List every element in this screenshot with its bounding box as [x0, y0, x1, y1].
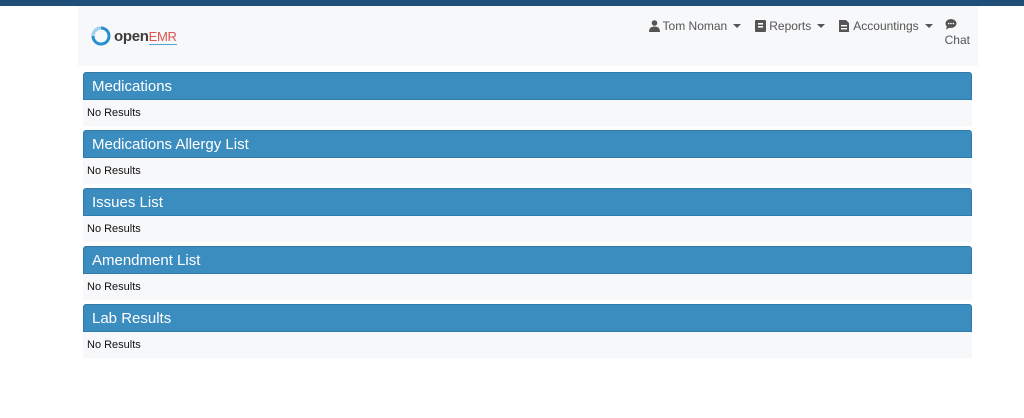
medications-allergy-list-panel: Medications Allergy List No Results	[83, 130, 972, 184]
chat-label: Chat	[944, 33, 970, 47]
panel-body-lab-results: No Results	[83, 332, 972, 358]
chevron-down-icon	[924, 24, 933, 28]
user-menu-label: Tom Noman	[662, 19, 728, 33]
openemr-logo-icon	[91, 26, 111, 46]
book-icon	[755, 20, 767, 32]
panel-header-amendment-list[interactable]: Amendment List	[83, 246, 972, 274]
panel-body-issues-list: No Results	[83, 216, 972, 242]
medications-panel: Medications No Results	[83, 72, 972, 126]
navbar: openEMR Tom Noman Reports Accountings Ch…	[78, 6, 978, 66]
panel-header-lab-results[interactable]: Lab Results	[83, 304, 972, 332]
issues-list-panel: Issues List No Results	[83, 188, 972, 242]
panel-body-amendment-list: No Results	[83, 274, 972, 300]
reports-menu-label: Reports	[769, 19, 812, 33]
panel-body-medications: No Results	[83, 100, 972, 126]
accountings-menu[interactable]: Accountings	[839, 18, 933, 34]
user-icon	[648, 20, 660, 32]
panel-header-issues-list[interactable]: Issues List	[83, 188, 972, 216]
lab-results-panel: Lab Results No Results	[83, 304, 972, 358]
openemr-logo[interactable]: openEMR	[90, 25, 177, 47]
panel-header-medications-allergy-list[interactable]: Medications Allergy List	[83, 130, 972, 158]
chevron-down-icon	[817, 24, 826, 28]
panels-container: Medications No Results Medications Aller…	[83, 72, 972, 362]
nav-menu: Tom Noman Reports Accountings Chat	[635, 18, 970, 48]
chat-button[interactable]: Chat	[945, 18, 970, 48]
chat-icon	[945, 19, 957, 30]
chevron-down-icon	[733, 24, 742, 28]
logo-text: openEMR	[114, 27, 177, 45]
reports-menu[interactable]: Reports	[755, 18, 826, 34]
panel-header-medications[interactable]: Medications	[83, 72, 972, 100]
user-menu[interactable]: Tom Noman	[648, 18, 742, 34]
accountings-menu-label: Accountings	[853, 19, 919, 33]
amendment-list-panel: Amendment List No Results	[83, 246, 972, 300]
panel-body-medications-allergy-list: No Results	[83, 158, 972, 184]
file-invoice-icon	[839, 20, 850, 32]
